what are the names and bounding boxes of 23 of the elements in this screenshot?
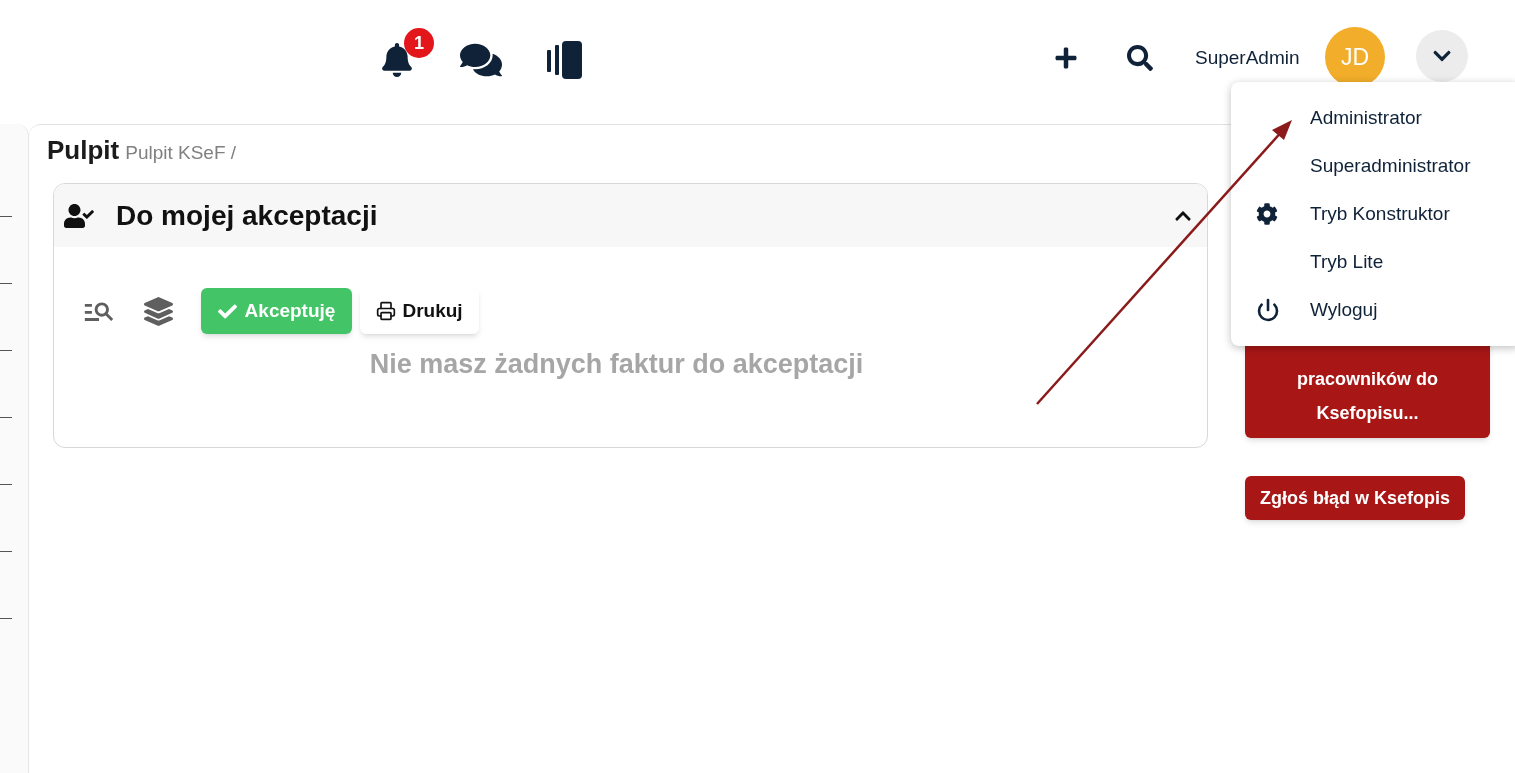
columns-icon[interactable] [547,41,583,79]
power-icon [1256,298,1280,322]
menu-item[interactable]: Tryb Lite [1231,238,1515,286]
printer-icon [376,301,397,321]
panel-title: Do mojej akceptacji [116,198,379,233]
page-title: Pulpit [47,134,120,167]
breadcrumb: Pulpit KSeF / [125,141,237,165]
notification-badge: 1 [404,28,434,58]
check-icon [217,301,237,321]
menu-item[interactable]: Administrator [1231,94,1515,142]
layers-icon[interactable] [144,296,173,326]
report-bug-button[interactable]: Zgłoś błąd w Ksefopis [1245,476,1466,520]
menu-item[interactable]: Superadministrator [1231,142,1515,190]
add-icon[interactable] [1054,46,1078,70]
search-icon[interactable] [1127,45,1153,71]
user-name: SuperAdmin [1195,45,1301,70]
user-menu-button[interactable] [1416,30,1468,82]
user-check-icon [64,203,94,228]
menu-item[interactable]: Tryb Konstruktor [1231,190,1515,238]
bell-icon [380,43,414,77]
empty-message: Nie masz żadnych faktur do akceptacji [369,348,864,381]
gear-icon [1256,203,1278,225]
print-button[interactable]: Drukuj [360,288,479,334]
